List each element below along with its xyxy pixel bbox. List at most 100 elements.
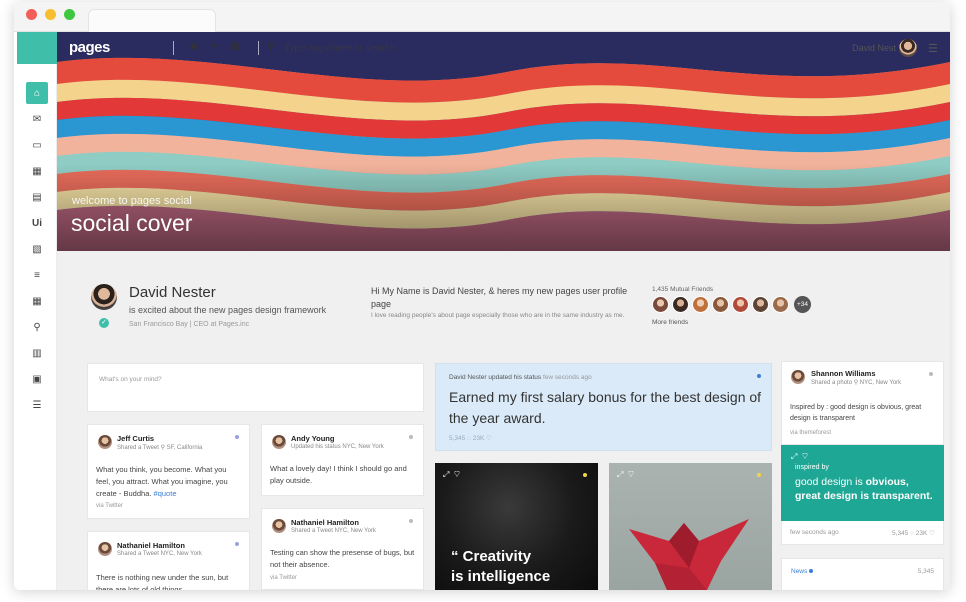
inspiration-card[interactable]: ⤢ ♡ inspired by good design is obvious, … [781, 445, 944, 521]
profile-avatar[interactable] [91, 284, 117, 310]
hashtag-link[interactable]: #quote [154, 489, 177, 498]
post-body: What you think, you become. What you fee… [96, 464, 241, 500]
author-avatar[interactable] [98, 435, 112, 449]
heart-icon[interactable]: ♡ [628, 470, 634, 479]
quote-line-2: is intelligence [451, 568, 551, 585]
author-avatar[interactable] [791, 370, 805, 384]
table-icon[interactable]: ▦ [26, 290, 48, 312]
link-icon[interactable]: ⚭ [210, 41, 218, 52]
author-name[interactable]: Nathaniel Hamilton [117, 541, 185, 550]
inspiration-stats: few seconds ago 5,345 ◌ 23K ♡ [781, 521, 944, 545]
more-friends-count-badge[interactable]: +34 [794, 296, 811, 313]
feed-card-shannon[interactable]: Shannon Williams Shared a photo ⚲ NYC, N… [781, 361, 944, 445]
chart-icon[interactable]: ▥ [26, 342, 48, 364]
profile-header: ✓ David Nester is excited about the new … [57, 251, 950, 361]
layout-icon[interactable]: ▤ [26, 186, 48, 208]
expand-icon[interactable]: ⤢ [617, 470, 623, 479]
status-time: few seconds ago [542, 374, 592, 381]
grid-icon[interactable]: ▦ [230, 41, 239, 52]
news-count: 5,345 [917, 568, 934, 575]
more-friends-link[interactable]: More friends [652, 319, 688, 326]
sidebar-header [17, 32, 57, 64]
quote-text: “ Creativity is intelligence [451, 547, 550, 587]
status-composer[interactable]: What's on your mind? [87, 363, 424, 412]
post-meta: Shared a Tweet ⚲ SF, California [117, 445, 203, 451]
home-icon[interactable]: ⌂ [26, 82, 48, 104]
chat-icon[interactable]: ▭ [26, 134, 48, 156]
post-meta: Shared a photo ⚲ NYC, New York [811, 380, 902, 386]
status-meta: David Nester updated his status few seco… [449, 374, 592, 381]
friend-avatar[interactable] [712, 296, 729, 313]
author-name[interactable]: Nathaniel Hamilton [291, 518, 359, 527]
author-avatar[interactable] [98, 542, 112, 556]
news-dot [809, 569, 814, 574]
post-meta: Shared a Tweet NYC, New York [291, 528, 376, 534]
author-name[interactable]: Jeff Curtis [117, 434, 154, 443]
main-content: pages ◉ ⚭ ▦ ⚲ David Nest ☰ welcome to pa… [57, 32, 950, 590]
cover-title: social cover [71, 210, 193, 236]
heart-icon[interactable]: ♡ [454, 470, 460, 479]
status-dot [583, 473, 587, 477]
status-dot [757, 473, 761, 477]
browser-tab[interactable] [88, 9, 216, 32]
news-label[interactable]: News [791, 568, 814, 575]
document-icon[interactable]: ▧ [26, 238, 48, 260]
menu-icon[interactable]: ☰ [928, 42, 938, 55]
profile-location: San Francisco Bay | CEO at Pages.inc [129, 321, 250, 328]
user-avatar[interactable] [899, 39, 917, 57]
status-input-placeholder[interactable]: What's on your mind? [99, 376, 162, 383]
inspiration-quote: good design is obvious, great design is … [795, 475, 935, 503]
list-icon[interactable]: ≡ [26, 264, 48, 286]
feed-card-jeff[interactable]: Jeff Curtis Shared a Tweet ⚲ SF, Califor… [87, 424, 250, 519]
origami-image-card[interactable]: ⤢ ♡ [609, 463, 772, 590]
expand-icon[interactable]: ⤢ [443, 470, 449, 479]
minimize-window-button[interactable] [45, 9, 56, 20]
expand-icon[interactable]: ⤢ [791, 452, 797, 461]
feed-card-andy[interactable]: Andy Young Updated his status NYC, New Y… [261, 424, 424, 496]
feed-card-nathaniel[interactable]: Nathaniel Hamilton Shared a Tweet NYC, N… [87, 531, 250, 590]
image-card-actions: ⤢ ♡ [617, 470, 634, 480]
post-body: There is nothing new under the sun, but … [96, 573, 229, 590]
friend-avatar[interactable] [672, 296, 689, 313]
ui-icon[interactable]: Ui [26, 212, 48, 234]
friend-avatar[interactable] [752, 296, 769, 313]
profile-bio: Hi My Name is David Nester, & heres my n… [371, 286, 628, 309]
browser-titlebar [14, 2, 950, 32]
heart-icon[interactable]: ♡ [802, 452, 808, 461]
search-input[interactable] [284, 40, 444, 56]
menu-list-icon[interactable]: ☰ [26, 394, 48, 416]
author-avatar[interactable] [272, 435, 286, 449]
close-window-button[interactable] [26, 9, 37, 20]
status-dot [757, 374, 761, 378]
globe-icon[interactable]: ◉ [190, 41, 199, 52]
quote-image-card[interactable]: ⤢ ♡ “ Creativity is intelligence [435, 463, 598, 590]
user-name[interactable]: David Nest [852, 43, 896, 53]
search-icon[interactable]: ⚲ [267, 41, 274, 52]
post-time: few seconds ago [790, 529, 839, 536]
post-counts[interactable]: 5,345 ◌ 23K ♡ [892, 529, 935, 537]
featured-status-card[interactable]: David Nester updated his status few seco… [435, 363, 772, 451]
pages-logo[interactable]: pages [69, 39, 110, 56]
mail-icon[interactable]: ✉ [26, 108, 48, 130]
author-avatar[interactable] [272, 519, 286, 533]
calendar-icon[interactable]: ▦ [26, 160, 48, 182]
friend-avatar[interactable] [732, 296, 749, 313]
friend-avatar[interactable] [652, 296, 669, 313]
feed-card-nathaniel-2[interactable]: Nathaniel Hamilton Shared a Tweet NYC, N… [261, 508, 424, 590]
status-dot [929, 372, 933, 376]
briefcase-icon[interactable]: ▣ [26, 368, 48, 390]
status-dot [409, 435, 413, 439]
author-name[interactable]: Shannon Williams [811, 369, 876, 378]
status-author[interactable]: David Nester updated his status [449, 374, 541, 381]
maximize-window-button[interactable] [64, 9, 75, 20]
author-name[interactable]: Andy Young [291, 434, 334, 443]
status-stats[interactable]: 5,345 ◌ 23K ♡ [449, 434, 492, 442]
friend-avatar[interactable] [772, 296, 789, 313]
post-source: via Twitter [96, 503, 123, 509]
map-pin-icon[interactable]: ⚲ [26, 316, 48, 338]
friend-avatar[interactable] [692, 296, 709, 313]
origami-crane-image [629, 519, 749, 590]
news-card[interactable]: News 5,345 [781, 558, 944, 590]
post-meta: Updated his status NYC, New York [291, 444, 384, 450]
navbar-divider [173, 41, 174, 55]
